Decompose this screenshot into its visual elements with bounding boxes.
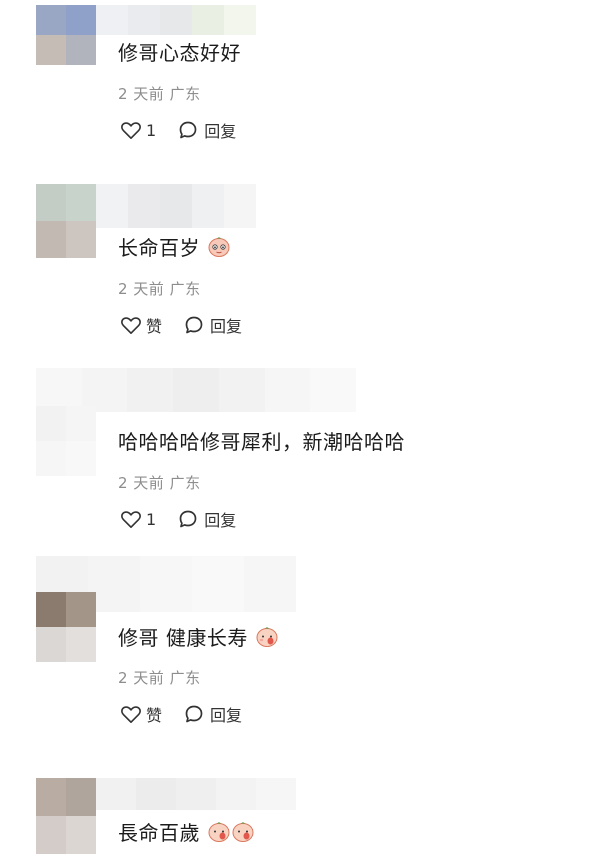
comment-actions: 赞 回复 bbox=[120, 313, 242, 337]
comment-text-content: 修哥 健康长寿 bbox=[118, 626, 248, 650]
comment-text: 长命百岁 bbox=[118, 234, 231, 261]
username[interactable] bbox=[96, 5, 256, 35]
peach-face-emoji bbox=[208, 237, 230, 257]
comment-text-content: 长命百岁 bbox=[118, 236, 200, 260]
reply-button[interactable]: 回复 bbox=[178, 507, 236, 531]
heart-outline-icon bbox=[121, 706, 141, 723]
avatar[interactable] bbox=[36, 184, 96, 258]
heart-outline-icon bbox=[121, 317, 141, 334]
reply-label: 回复 bbox=[204, 511, 237, 530]
username[interactable] bbox=[96, 184, 256, 228]
comment-meta: 2 天前 广东 bbox=[118, 474, 201, 492]
comment-text: 哈哈哈哈修哥犀利，新潮哈哈哈 bbox=[118, 430, 405, 454]
username[interactable] bbox=[96, 778, 296, 810]
comment-actions: 1 回复 bbox=[120, 507, 236, 531]
heart-outline-icon bbox=[121, 122, 141, 139]
reply-label: 回复 bbox=[204, 122, 237, 141]
reply-label: 回复 bbox=[210, 317, 243, 336]
comment-text: 修哥 健康长寿 bbox=[118, 624, 279, 651]
peach-face-emoji bbox=[208, 822, 230, 842]
avatar[interactable] bbox=[36, 5, 96, 65]
comment-meta: 2 天前 广东 bbox=[118, 669, 201, 687]
comment-actions: 1 回复 bbox=[120, 118, 236, 142]
comment-actions: 赞 回复 bbox=[120, 702, 242, 726]
speech-bubble-icon bbox=[179, 121, 197, 139]
peach-face-emoji bbox=[256, 627, 278, 647]
avatar[interactable] bbox=[36, 778, 96, 854]
reply-button[interactable]: 回复 bbox=[184, 313, 242, 337]
comment-text-content: 長命百歲 bbox=[118, 821, 200, 845]
heart-outline-icon bbox=[121, 511, 141, 528]
like-label: 赞 bbox=[146, 317, 163, 336]
peach-face-emoji bbox=[232, 822, 254, 842]
comment-text: 修哥心态好好 bbox=[118, 41, 241, 65]
comment-meta: 2 天前 广东 bbox=[118, 280, 201, 298]
like-button[interactable]: 1 bbox=[120, 509, 156, 529]
like-button[interactable]: 赞 bbox=[120, 313, 162, 337]
reply-button[interactable]: 回复 bbox=[178, 118, 236, 142]
like-count: 1 bbox=[146, 509, 157, 529]
comment-text: 長命百歲 bbox=[118, 819, 255, 846]
like-count: 1 bbox=[146, 120, 157, 140]
avatar[interactable] bbox=[36, 592, 96, 662]
speech-bubble-icon bbox=[179, 510, 197, 528]
reply-label: 回复 bbox=[210, 706, 243, 725]
speech-bubble-icon bbox=[185, 705, 203, 723]
reply-button[interactable]: 回复 bbox=[184, 702, 242, 726]
comment-meta: 2 天前 广东 bbox=[118, 85, 201, 103]
like-label: 赞 bbox=[146, 706, 163, 725]
avatar[interactable] bbox=[36, 406, 96, 476]
like-button[interactable]: 赞 bbox=[120, 702, 162, 726]
speech-bubble-icon bbox=[185, 316, 203, 334]
like-button[interactable]: 1 bbox=[120, 120, 156, 140]
